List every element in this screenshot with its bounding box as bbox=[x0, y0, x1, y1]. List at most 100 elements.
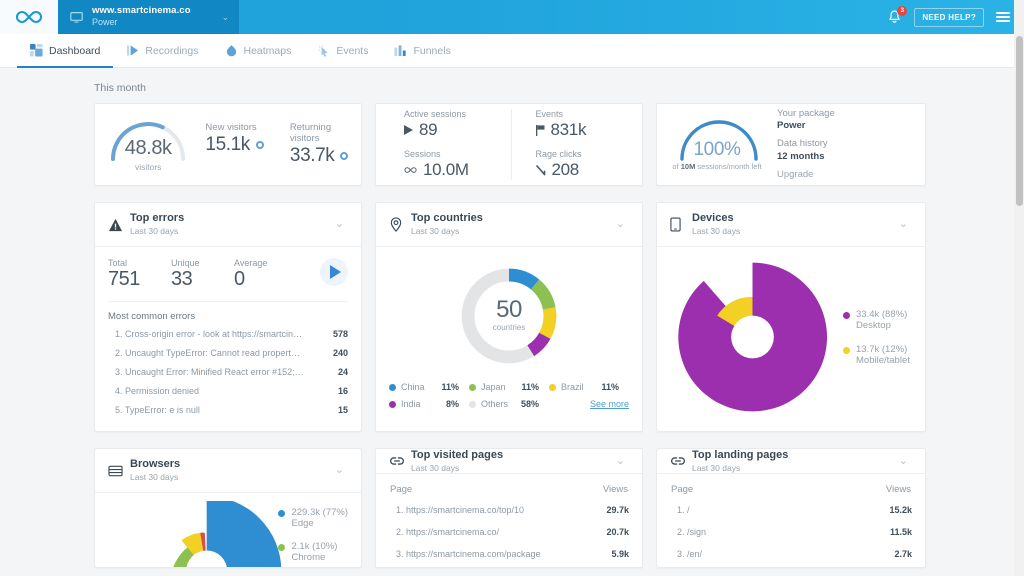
tab-events[interactable]: Events bbox=[304, 34, 381, 67]
chevron-down-icon[interactable]: ⌄ bbox=[331, 217, 348, 232]
tab-funnels[interactable]: Funnels bbox=[381, 34, 463, 67]
sessions-value: 10.0M bbox=[423, 160, 469, 180]
views-value: 20.7k bbox=[606, 527, 629, 537]
legend-value: 11% bbox=[521, 382, 539, 392]
play-icon bbox=[404, 125, 413, 135]
page-label: 3. https://smartcinema.com/package bbox=[389, 549, 541, 559]
scrollbar-thumb[interactable] bbox=[1016, 36, 1023, 206]
error-count: 15 bbox=[338, 405, 348, 415]
events-block: Events 831k bbox=[536, 109, 643, 140]
chevron-down-icon[interactable]: ⌄ bbox=[895, 454, 912, 469]
flag-icon bbox=[536, 125, 545, 136]
legend-value-row: 2.1k (10%) bbox=[291, 541, 337, 552]
tab-recordings[interactable]: Recordings bbox=[113, 34, 211, 67]
table-row[interactable]: 1. / 15.2k bbox=[670, 499, 912, 521]
package-info: Your package Power Data history 12 month… bbox=[777, 108, 835, 182]
panel-subtitle: Last 30 days bbox=[692, 226, 895, 237]
hamburger-line bbox=[996, 20, 1010, 22]
error-label: 4. Permission denied bbox=[108, 386, 199, 396]
error-row[interactable]: 4. Permission denied 16 bbox=[108, 381, 348, 400]
need-help-button[interactable]: NEED HELP? bbox=[914, 8, 984, 27]
stat-label: Unique bbox=[171, 258, 234, 268]
app-logo[interactable] bbox=[0, 0, 58, 34]
top-countries-body: 50 countries China 11% Japan 11% bbox=[376, 247, 642, 431]
chevron-down-icon[interactable]: ⌄ bbox=[895, 217, 912, 232]
legend-label: Brazil bbox=[561, 382, 596, 392]
package-gauge-value: 100% bbox=[676, 139, 758, 161]
error-row[interactable]: 1. Cross-origin error - look at https://… bbox=[108, 324, 348, 343]
top-landing-pages-header: Top landing pages Last 30 days ⌄ bbox=[657, 449, 925, 474]
chevron-down-icon[interactable]: ⌄ bbox=[331, 463, 348, 478]
panel-subtitle: Last 30 days bbox=[411, 463, 612, 474]
legend-dot-icon bbox=[389, 401, 396, 408]
error-row[interactable]: 3. Uncaught Error: Minified React error … bbox=[108, 362, 348, 381]
top-countries-header: Top countries Last 30 days ⌄ bbox=[376, 203, 642, 247]
play-recordings-button[interactable] bbox=[320, 258, 348, 286]
legend-dot-icon bbox=[389, 384, 396, 391]
visitors-gauge-label: visitors bbox=[135, 162, 161, 172]
link-icon bbox=[389, 454, 411, 468]
top-visited-pages-body: Page Views 1. https://smartcinema.co/top… bbox=[376, 474, 642, 568]
bottom-row: Browsers Last 30 days ⌄ bbox=[94, 448, 997, 568]
tab-label: Events bbox=[336, 45, 368, 57]
legend-percent: (10%) bbox=[312, 541, 337, 552]
top-visited-pages-header: Top visited pages Last 30 days ⌄ bbox=[376, 449, 642, 474]
legend-value: 11% bbox=[441, 382, 459, 392]
hamburger-menu-icon[interactable] bbox=[995, 10, 1011, 24]
events-value: 831k bbox=[551, 120, 587, 140]
legend-dot-icon bbox=[469, 384, 476, 391]
legend-dot-icon bbox=[843, 312, 850, 319]
top-errors-body: Total 751 Unique 33 Average 0 Mos bbox=[95, 247, 361, 431]
chevron-down-icon[interactable]: ⌄ bbox=[612, 454, 629, 469]
error-count: 240 bbox=[333, 348, 348, 358]
views-value: 11.5k bbox=[890, 527, 912, 537]
top-landing-pages-card: Top landing pages Last 30 days ⌄ Page Vi… bbox=[656, 448, 926, 568]
table-row[interactable]: 1. https://smartcinema.co/top/10 29.7k bbox=[389, 499, 629, 521]
stat-label: Average bbox=[234, 258, 297, 268]
events-label: Events bbox=[536, 109, 643, 119]
location-pin-icon bbox=[389, 217, 411, 232]
site-selector[interactable]: www.smartcinema.co Power ⌄ bbox=[58, 0, 239, 34]
error-row[interactable]: 2. Uncaught TypeError: Cannot read prope… bbox=[108, 343, 348, 362]
tab-dashboard[interactable]: Dashboard bbox=[17, 34, 113, 67]
error-row[interactable]: 5. TypeError: e is null 15 bbox=[108, 400, 348, 419]
table-row[interactable]: 3. https://smartcinema.com/package 5.9k bbox=[389, 543, 629, 565]
hamburger-line bbox=[996, 16, 1010, 18]
upgrade-link[interactable]: Upgrade bbox=[777, 169, 813, 180]
mobile-phone-icon bbox=[670, 217, 692, 232]
devices-card: Devices Last 30 days ⌄ bbox=[656, 202, 926, 432]
page-label: 2. https://smartcinema.co/ bbox=[389, 527, 499, 537]
devices-legend: 33.4k (88%) Desktop 13.7k (12%) Mobile/t… bbox=[843, 309, 910, 366]
legend-label: Others bbox=[481, 399, 516, 409]
page-scrollbar[interactable] bbox=[1014, 0, 1024, 576]
play-button-icon bbox=[330, 265, 341, 279]
visitors-card: 48.8k visitors New visitors 15.1k Return… bbox=[94, 103, 362, 186]
col-views-header: Views bbox=[603, 484, 628, 495]
legend-percent: (77%) bbox=[323, 507, 348, 518]
col-page-header: Page bbox=[390, 484, 412, 495]
table-row[interactable]: 3. /en/ 2.7k bbox=[670, 543, 912, 565]
see-more-link[interactable]: See more bbox=[549, 399, 629, 409]
views-value: 5.9k bbox=[611, 549, 629, 559]
sessions-col-left: Active sessions 89 Sessions bbox=[376, 109, 511, 180]
top-landing-pages-body: Page Views 1. / 15.2k 2. /sign 11.5k 3. … bbox=[657, 474, 925, 568]
active-sessions-value: 89 bbox=[419, 120, 437, 140]
error-label: 3. Uncaught Error: Minified React error … bbox=[108, 367, 304, 377]
table-row[interactable]: 2. /sign 11.5k bbox=[670, 521, 912, 543]
table-row[interactable]: 2. https://smartcinema.co/ 20.7k bbox=[389, 521, 629, 543]
legend-item-edge: 229.3k (77%) Edge bbox=[278, 507, 348, 529]
notifications-button[interactable]: 3 bbox=[886, 9, 903, 26]
views-value: 29.7k bbox=[606, 505, 629, 515]
legend-item-mobile: 13.7k (12%) Mobile/tablet bbox=[843, 344, 910, 366]
tab-heatmaps[interactable]: Heatmaps bbox=[212, 34, 305, 67]
cursor-click-icon bbox=[317, 44, 330, 57]
error-count: 16 bbox=[338, 386, 348, 396]
new-visitors-dot-icon bbox=[256, 141, 264, 149]
top-bar: www.smartcinema.co Power ⌄ 3 NEED HELP? bbox=[0, 0, 1024, 34]
chevron-down-icon[interactable]: ⌄ bbox=[612, 217, 629, 232]
browsers-titles: Browsers Last 30 days bbox=[130, 458, 331, 482]
new-visitors-value: 15.1k bbox=[205, 134, 249, 156]
topbar-spacer bbox=[239, 0, 886, 34]
chevron-down-icon: ⌄ bbox=[222, 12, 230, 23]
infinity-logo-icon bbox=[14, 9, 44, 25]
